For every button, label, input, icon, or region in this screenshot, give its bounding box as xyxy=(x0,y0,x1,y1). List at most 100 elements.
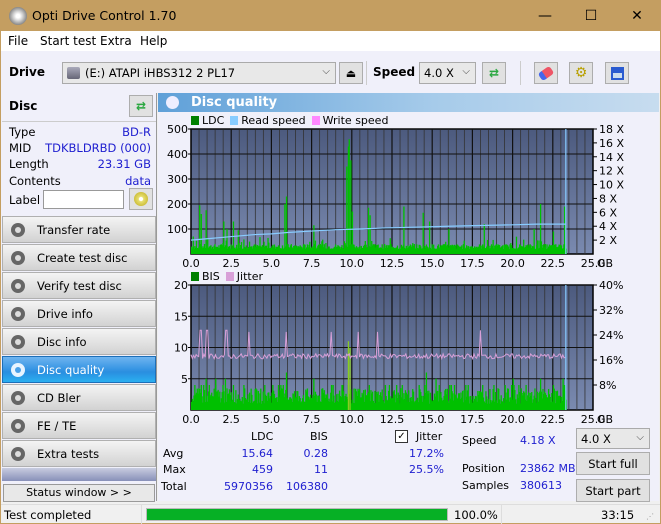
left-pane: Disc ⇄ Type BD-R MID TDKBLDRBD (000) Len… xyxy=(1,93,157,502)
app-window: Opti Drive Control 1.70 — ☐ ✕ File Start… xyxy=(1,0,660,524)
toolbar: Drive (E:) ATAPI iHBS312 2 PL17 ⌵ ⏏ Spee… xyxy=(1,51,660,93)
y-tick-label-right: 2 X xyxy=(599,234,617,247)
nav-label: Disc quality xyxy=(37,362,105,377)
nav-extra-tests[interactable]: Extra tests xyxy=(2,440,156,467)
start-part-button[interactable]: Start part xyxy=(576,479,650,502)
disc-type-value: BD-R xyxy=(122,125,151,139)
x-tick-label: 5.0 xyxy=(263,257,281,270)
fe-te-icon xyxy=(11,418,25,433)
bis-chart: 0.0 2.5 5.0 7.5 10.0 12.5 15.0 17.5 20.0 22.5 25.0… xyxy=(174,279,623,426)
jitter-checkbox[interactable]: ✓ xyxy=(395,430,408,443)
disc-label-button[interactable] xyxy=(129,188,153,210)
x-axis-label: GB xyxy=(597,413,613,426)
bis-bar xyxy=(425,372,428,410)
ldc-bar xyxy=(533,229,535,254)
x-tick-label: 22.5 xyxy=(541,257,566,270)
x-tick-label: 17.5 xyxy=(460,413,485,426)
x-tick-label: 15.0 xyxy=(420,413,445,426)
nav-transfer-rate[interactable]: Transfer rate xyxy=(2,216,156,243)
maximize-button[interactable]: ☐ xyxy=(568,0,614,31)
nav-disc-info[interactable]: Disc info xyxy=(2,328,156,355)
y-tick-label-right: 14 X xyxy=(599,151,624,164)
refresh-button[interactable]: ⇄ xyxy=(482,62,506,84)
create-disc-icon xyxy=(11,250,25,265)
nav-cd-bler[interactable]: CD Bler xyxy=(2,384,156,411)
divider xyxy=(501,505,502,524)
nav-label: CD Bler xyxy=(37,390,81,405)
disc-label-label: Label xyxy=(9,193,41,207)
panel-title: Disc quality xyxy=(191,95,278,110)
nav-verify-test-disc[interactable]: Verify test disc xyxy=(2,272,156,299)
toolbar-divider xyxy=(366,61,367,85)
bis-bar xyxy=(285,372,288,410)
x-tick-label: 2.5 xyxy=(222,413,240,426)
window-title: Opti Drive Control 1.70 xyxy=(32,8,177,23)
eject-button[interactable]: ⏏ xyxy=(339,62,363,84)
nav-label: Disc info xyxy=(37,334,87,349)
stats-max-label: Max xyxy=(163,463,186,476)
disc-quality-panel: Disc quality LDC Read speed Write speed … xyxy=(158,93,659,502)
disc-length-label: Length xyxy=(9,157,49,171)
position-label: Position xyxy=(462,462,505,475)
disc-refresh-button[interactable]: ⇄ xyxy=(129,95,153,117)
ldc-bar xyxy=(284,204,286,254)
refresh-arrows-icon: ⇄ xyxy=(135,99,147,113)
x-tick-label: 10.0 xyxy=(340,413,365,426)
samples-value: 380613 xyxy=(520,479,562,492)
toolbar-divider xyxy=(520,61,521,85)
start-full-button[interactable]: Start full xyxy=(576,452,650,475)
title-bar: Opti Drive Control 1.70 — ☐ ✕ xyxy=(1,0,660,31)
resize-grip-icon[interactable]: ⋰ xyxy=(646,512,654,521)
stats-max-ldc: 459 xyxy=(252,463,273,476)
samples-label: Samples xyxy=(462,479,509,492)
disc-length-value: 23.31 GB xyxy=(97,157,151,171)
speed-select[interactable]: 4.0 X ⌵ xyxy=(419,62,476,84)
progress-bar xyxy=(146,508,448,521)
nav-drive-info[interactable]: Drive info xyxy=(2,300,156,327)
bis-bar xyxy=(512,378,514,410)
disc-label-input[interactable] xyxy=(43,190,124,209)
progress-label: 100.0% xyxy=(454,508,498,522)
menu-help[interactable]: Help xyxy=(140,34,167,48)
jitter-avg: 17.2% xyxy=(409,447,444,460)
stats-avg-ldc: 15.64 xyxy=(241,447,274,460)
menu-file[interactable]: File xyxy=(8,34,28,48)
ldc-bar xyxy=(448,229,450,254)
ldc-bar xyxy=(237,230,239,254)
y-tick-label-left: 100 xyxy=(167,223,188,236)
ldc-bar xyxy=(200,214,202,254)
drive-label: Drive xyxy=(9,65,45,79)
y-tick-label-right: 8% xyxy=(599,379,616,392)
nav-fe-te[interactable]: FE / TE xyxy=(2,412,156,439)
disc-contents-value: data xyxy=(125,174,151,188)
erase-button[interactable] xyxy=(534,62,558,84)
save-button[interactable] xyxy=(605,62,629,84)
status-window-button[interactable]: Status window > > xyxy=(3,484,155,502)
stats-total-ldc: 5970356 xyxy=(224,480,273,493)
x-tick-label: 2.5 xyxy=(222,257,240,270)
menu-extra[interactable]: Extra xyxy=(100,34,132,48)
bis-bar xyxy=(562,378,564,410)
stats-header-bis: BIS xyxy=(310,430,328,443)
menu-start-test[interactable]: Start test xyxy=(40,34,96,48)
nav-spacer xyxy=(2,468,156,481)
speed-label: Speed xyxy=(373,65,416,79)
nav-label: FE / TE xyxy=(37,418,77,433)
test-speed-select[interactable]: 4.0 X ⌵ xyxy=(576,428,650,449)
chevron-down-icon: ⌵ xyxy=(322,66,330,77)
disc-mid-value: TDKBLDRBD (000) xyxy=(45,141,151,155)
nav-disc-quality[interactable]: Disc quality xyxy=(2,356,156,383)
settings-button[interactable]: ⚙ xyxy=(569,62,593,84)
stats-total-label: Total xyxy=(161,480,187,493)
stats-avg-bis: 0.28 xyxy=(303,447,329,460)
minimize-button[interactable]: — xyxy=(522,0,568,31)
nav-create-test-disc[interactable]: Create test disc xyxy=(2,244,156,271)
nav-label: Create test disc xyxy=(37,250,128,265)
x-tick-label: 5.0 xyxy=(263,413,281,426)
x-tick-label: 20.0 xyxy=(500,413,524,426)
ldc-bar xyxy=(564,206,566,254)
disc-icon xyxy=(134,192,148,206)
drive-select[interactable]: (E:) ATAPI iHBS312 2 PL17 ⌵ xyxy=(62,62,336,84)
x-tick-label: 22.5 xyxy=(541,413,566,426)
close-button[interactable]: ✕ xyxy=(614,0,660,31)
